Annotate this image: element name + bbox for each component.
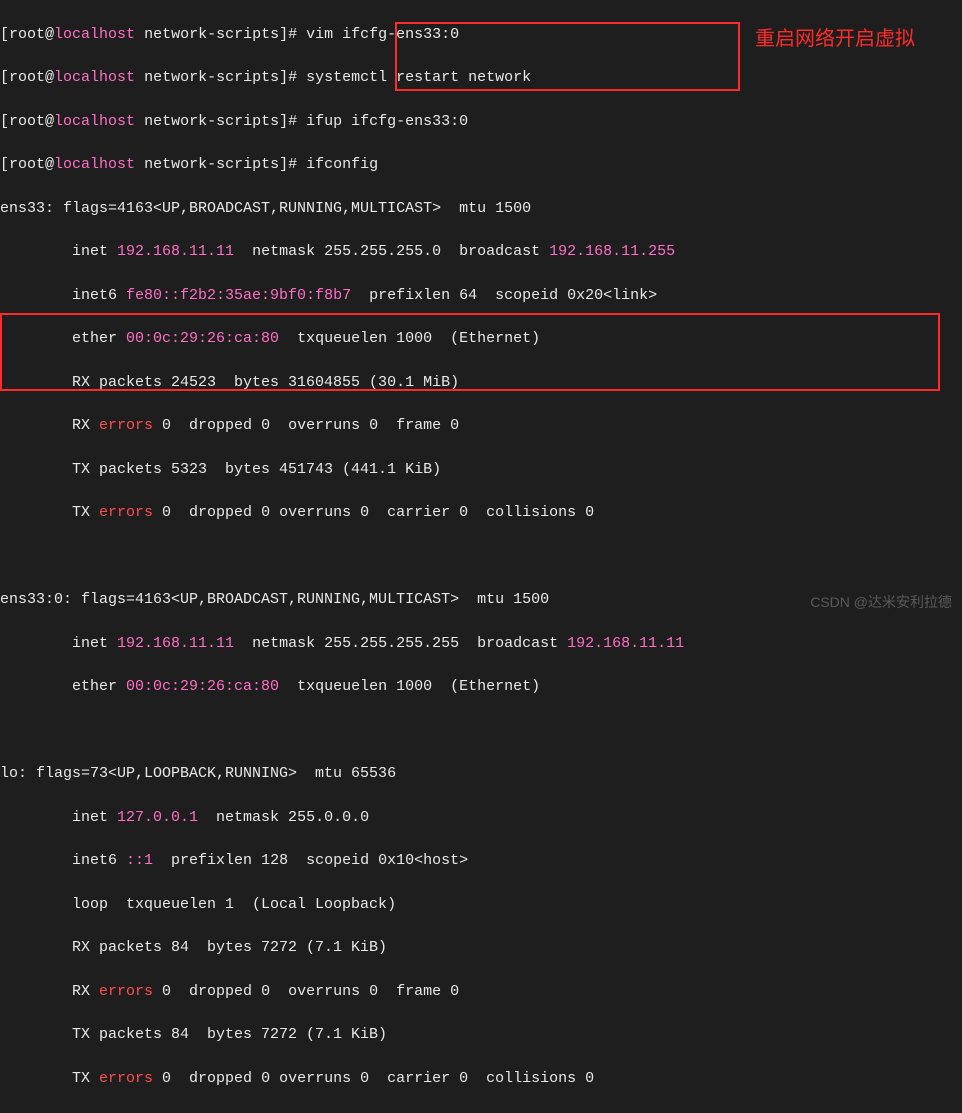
prompt-line-3: [root@localhost network-scripts]# ifup i…: [0, 111, 962, 133]
prompt-line-4: [root@localhost network-scripts]# ifconf…: [0, 154, 962, 176]
lo-rx-packets: RX packets 84 bytes 7272 (7.1 KiB): [0, 937, 962, 959]
lo-rx-errors: RX errors 0 dropped 0 overruns 0 frame 0: [0, 981, 962, 1003]
command-ifup: ifup ifcfg-ens33:0: [306, 113, 468, 130]
ens33-inet6: inet6 fe80::f2b2:35ae:9bf0:f8b7 prefixle…: [0, 285, 962, 307]
blank-line: [0, 546, 962, 568]
ens33-tx-packets: TX packets 5323 bytes 451743 (441.1 KiB): [0, 459, 962, 481]
lo-inet6: inet6 ::1 prefixlen 128 scopeid 0x10<hos…: [0, 850, 962, 872]
ens33-rx-errors: RX errors 0 dropped 0 overruns 0 frame 0: [0, 415, 962, 437]
ens33-inet: inet 192.168.11.11 netmask 255.255.255.0…: [0, 241, 962, 263]
ens33-0-inet: inet 192.168.11.11 netmask 255.255.255.2…: [0, 633, 962, 655]
ens33-tx-errors: TX errors 0 dropped 0 overruns 0 carrier…: [0, 502, 962, 524]
lo-tx-errors: TX errors 0 dropped 0 overruns 0 carrier…: [0, 1068, 962, 1090]
ens33-rx-packets: RX packets 24523 bytes 31604855 (30.1 Mi…: [0, 372, 962, 394]
lo-loop: loop txqueuelen 1 (Local Loopback): [0, 894, 962, 916]
command-systemctl: systemctl restart network: [306, 69, 531, 86]
ens33-0-ether: ether 00:0c:29:26:ca:80 txqueuelen 1000 …: [0, 676, 962, 698]
command-vim: vim ifcfg-ens33:0: [306, 26, 459, 43]
lo-header: lo: flags=73<UP,LOOPBACK,RUNNING> mtu 65…: [0, 763, 962, 785]
lo-inet: inet 127.0.0.1 netmask 255.0.0.0: [0, 807, 962, 829]
annotation-text: 重启网络开启虚拟: [755, 25, 962, 54]
prompt-line-2: [root@localhost network-scripts]# system…: [0, 67, 962, 89]
lo-tx-packets: TX packets 84 bytes 7272 (7.1 KiB): [0, 1024, 962, 1046]
command-ifconfig: ifconfig: [306, 156, 378, 173]
terminal-output[interactable]: [root@localhost network-scripts]# vim if…: [0, 0, 962, 1113]
watermark-text: CSDN @达米安利拉德: [810, 592, 952, 612]
blank-line: [0, 720, 962, 742]
ens33-header: ens33: flags=4163<UP,BROADCAST,RUNNING,M…: [0, 198, 962, 220]
ens33-ether: ether 00:0c:29:26:ca:80 txqueuelen 1000 …: [0, 328, 962, 350]
